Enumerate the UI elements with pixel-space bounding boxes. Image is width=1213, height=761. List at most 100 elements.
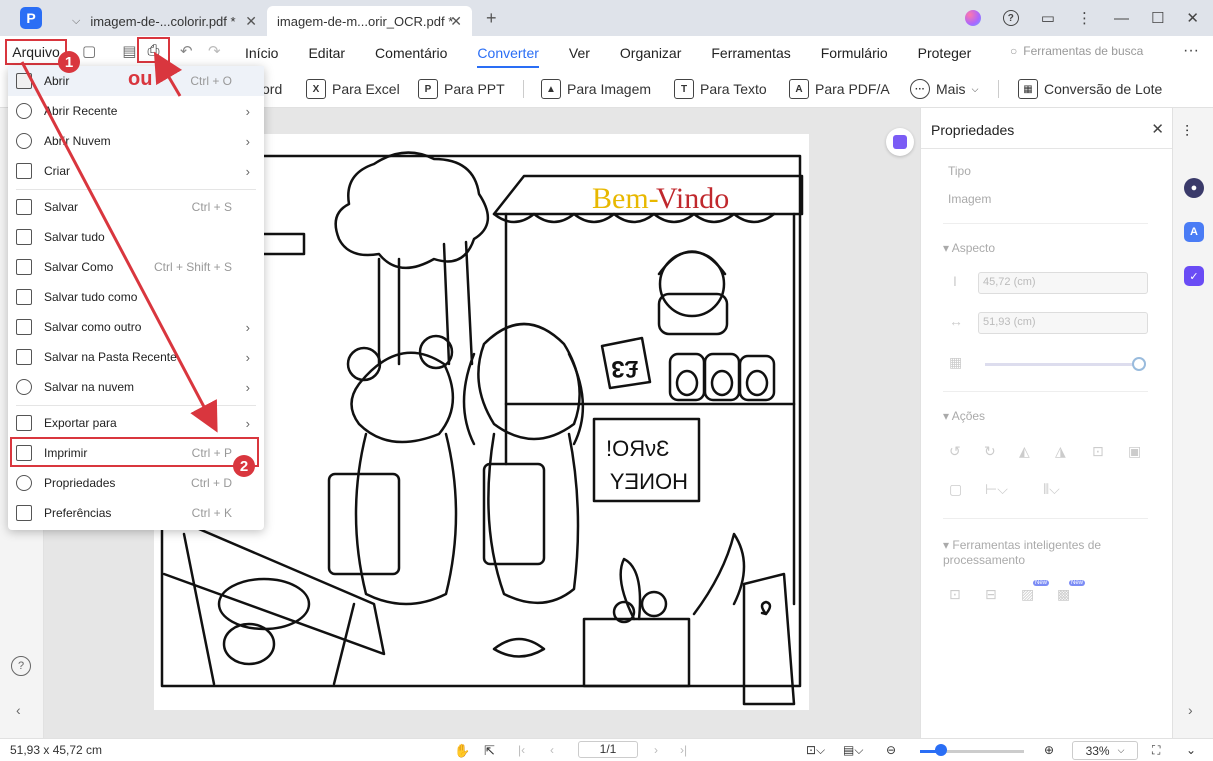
first-page-icon[interactable]: |‹ [518,743,525,757]
image-enhance-icon[interactable]: ▨ [1021,586,1034,603]
new-tab-icon[interactable]: + [486,8,497,29]
menu-propriedades[interactable]: Propriedades Ctrl + D [8,468,264,498]
menu-salvar-como-outro[interactable]: Salvar como outro › [8,312,264,342]
help-icon[interactable]: ? [1002,10,1019,26]
app-logo-icon[interactable]: P [20,7,42,29]
ocr-icon[interactable]: ⊡ [949,586,961,603]
image-translate-icon[interactable]: ⊟ [985,586,997,603]
zoom-slider-handle[interactable] [934,744,947,756]
to-pdfa-button[interactable]: A Para PDF/A [789,77,890,101]
fit-page-icon[interactable]: ⊡⌵ [806,743,825,758]
distribute-icon[interactable]: ⦀⌵ [1043,481,1060,498]
to-word-button[interactable]: ord [262,77,282,101]
menu-salvar-tudo[interactable]: Salvar tudo [8,222,264,252]
menu-exportar-para[interactable]: Exportar para › [8,408,264,438]
chevron-left-icon[interactable]: ‹ [16,702,21,718]
print-quick-button[interactable]: ⎙ [137,37,170,63]
properties-sliders-icon[interactable]: ⫶ [1185,124,1189,142]
menu-abrir-recente[interactable]: Abrir Recente › [8,96,264,126]
chevron-right-icon: › [245,415,250,431]
zoom-select[interactable]: 33% ⌵ [1072,741,1138,760]
crop-icon[interactable]: ⊡ [1092,443,1104,460]
menu-dots-icon[interactable]: ⋮ [1077,9,1092,27]
undo-icon[interactable]: ↶ [180,42,193,60]
menu-ver[interactable]: Ver [569,36,590,70]
save-all-icon[interactable]: ▤ [122,42,136,60]
menu-salvar-como[interactable]: Salvar Como Ctrl + Shift + S [8,252,264,282]
close-icon[interactable]: ✕ [245,13,257,30]
feedback-icon[interactable]: ▭ [1041,9,1055,27]
more-options-icon[interactable]: ··· [1183,42,1199,60]
select-tool-icon[interactable]: ⇱ [484,743,495,759]
menu-salvar-tudo-como[interactable]: Salvar tudo como [8,282,264,312]
save-icon[interactable]: ▢ [82,42,96,60]
align-icon[interactable]: ⊢⌵ [985,481,1008,498]
page-number-input[interactable]: 1/1 [578,741,638,758]
to-excel-button[interactable]: X Para Excel [306,77,400,101]
aspect-section[interactable]: ▾ Aspecto [943,241,995,255]
chevron-down-icon[interactable]: ⌵ [72,15,80,28]
zoom-in-icon[interactable]: ⊕ [1044,743,1054,757]
menu-criar[interactable]: Criar › [8,156,264,186]
extract-image-icon[interactable]: ▢ [949,481,962,498]
chevron-right-icon[interactable]: › [1188,702,1193,718]
to-word-label: ord [262,81,283,97]
to-text-button[interactable]: T Para Texto [674,77,767,101]
ai-chat-icon[interactable]: ● [1184,178,1204,198]
flip-horizontal-icon[interactable]: ◭ [1019,443,1030,460]
height-input[interactable]: 45,72 (cm) [978,272,1148,294]
tab-document-2[interactable]: imagem-de-m...orir_OCR.pdf * ✕ [267,6,472,36]
to-ppt-button[interactable]: P Para PPT [418,77,505,101]
opacity-slider-handle[interactable] [1132,357,1146,371]
task-check-icon[interactable]: ✓ [1184,266,1204,286]
close-window-icon[interactable]: ✕ [1186,9,1199,27]
menu-salvar-nuvem[interactable]: Salvar na nuvem › [8,372,264,402]
menu-editar[interactable]: Editar [308,36,345,70]
fullscreen-icon[interactable]: ⛶ [1152,743,1160,758]
collapse-icon[interactable]: ⌄ [1186,743,1196,757]
batch-convert-button[interactable]: ▦ Conversão de Lote [1018,77,1162,101]
menu-label: Preferências [44,506,112,520]
remove-background-icon[interactable]: ▩ [1057,586,1070,603]
rotate-left-icon[interactable]: ↺ [949,443,961,460]
flip-vertical-icon[interactable]: ◮ [1055,443,1066,460]
replace-image-icon[interactable]: ▣ [1128,443,1141,460]
menu-ferramentas[interactable]: Ferramentas [711,36,790,70]
ai-assistant-button[interactable] [886,128,914,156]
minimize-icon[interactable]: — [1114,10,1129,27]
opacity-slider[interactable] [985,363,1141,366]
width-input[interactable]: 51,93 (cm) [978,312,1148,334]
hand-tool-icon[interactable]: ✋ [454,743,470,759]
more-button[interactable]: ··· Mais ⌵ [910,77,978,101]
menu-inicio[interactable]: Início [245,36,278,70]
tab-document-1[interactable]: ⌵ imagem-de-...colorir.pdf * ✕ [62,6,267,36]
translate-icon[interactable]: A [1184,222,1204,242]
avatar[interactable] [964,10,981,26]
menu-salvar[interactable]: Salvar Ctrl + S [8,192,264,222]
to-image-button[interactable]: ▲ Para Imagem [541,77,651,101]
menu-abrir-nuvem[interactable]: Abrir Nuvem › [8,126,264,156]
menu-converter[interactable]: Converter [477,36,540,70]
menu-proteger[interactable]: Proteger [918,36,972,70]
zoom-out-icon[interactable]: ⊖ [886,743,896,757]
maximize-icon[interactable]: ☐ [1151,9,1164,27]
page-layout-icon[interactable]: ▤⌵ [843,743,863,758]
close-icon[interactable]: ✕ [450,13,462,30]
help-icon[interactable]: ? [11,656,31,676]
redo-icon[interactable]: ↷ [208,42,221,60]
menu-salvar-pasta-recente[interactable]: Salvar na Pasta Recente › [8,342,264,372]
prev-page-icon[interactable]: ‹ [550,743,554,757]
menu-label: Salvar na nuvem [44,380,135,394]
smart-tools-section[interactable]: ▾ Ferramentas inteligentes de processame… [943,538,1143,568]
rotate-right-icon[interactable]: ↻ [984,443,996,460]
chevron-right-icon: › [245,349,250,365]
menu-organizar[interactable]: Organizar [620,36,681,70]
last-page-icon[interactable]: ›| [680,743,687,757]
menu-comentario[interactable]: Comentário [375,36,447,70]
tool-search[interactable]: ○ Ferramentas de busca [1010,44,1143,58]
menu-formulario[interactable]: Formulário [821,36,888,70]
menu-preferencias[interactable]: Preferências Ctrl + K [8,498,264,528]
close-icon[interactable]: ✕ [1151,120,1164,138]
next-page-icon[interactable]: › [654,743,658,757]
actions-section[interactable]: ▾ Ações [943,409,985,423]
